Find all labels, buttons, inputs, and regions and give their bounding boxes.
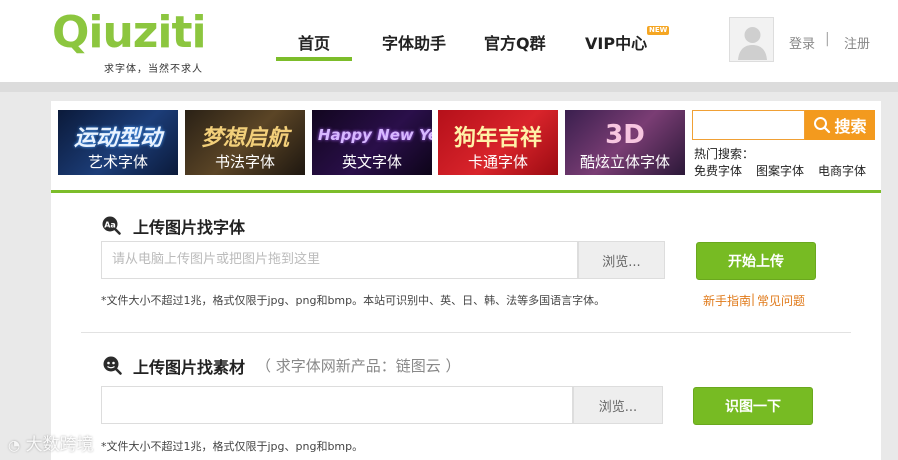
category-label: 艺术字体	[87, 153, 148, 171]
category-art-text: 3D	[605, 120, 645, 150]
upload-material-file-field[interactable]	[101, 386, 573, 424]
hot-search-link[interactable]: 电商字体	[818, 162, 866, 179]
watermark-text: 大数跨境	[25, 435, 94, 455]
upload-font-file-field[interactable]: 请从电脑上传图片或把图片拖到这里	[101, 241, 578, 279]
logo-text: Qiuziti	[52, 7, 207, 58]
login-link[interactable]: 登录	[789, 33, 815, 52]
upload-material-title: 上传图片找素材	[133, 358, 246, 377]
logo-slogan: 求字体，当然不求人	[104, 64, 203, 75]
nav-official-qq-group[interactable]: 官方Q群	[484, 30, 546, 54]
nav-vip-center[interactable]: VIP中心	[585, 30, 647, 54]
category-label: 书法字体	[214, 153, 275, 171]
user-placeholder-icon	[730, 18, 773, 61]
search-icon	[814, 117, 831, 134]
new-badge: NEW	[647, 26, 670, 35]
nav-font-assistant[interactable]: 字体助手	[382, 30, 446, 54]
beginner-guide-link[interactable]: 新手指南	[703, 292, 751, 309]
category-art-text: 狗年吉祥	[453, 126, 542, 151]
category-tile-art[interactable]: 运动型动 艺术字体	[58, 110, 178, 175]
site-logo[interactable]: Qiuziti 求字体，当然不求人	[52, 7, 227, 76]
category-label: 英文字体	[341, 153, 402, 171]
category-label: 酷炫立体字体	[579, 153, 670, 171]
avatar[interactable]	[729, 17, 774, 62]
material-search-icon	[103, 356, 122, 375]
recognize-image-button[interactable]: 识图一下	[693, 387, 813, 425]
category-tile-3d[interactable]: 3D 酷炫立体字体	[565, 110, 685, 175]
hot-search-title: 热门搜索：	[694, 147, 755, 161]
category-tile-english[interactable]: Happy New Year 英文字体	[312, 110, 432, 175]
watermark: ◔ 大数跨境	[8, 430, 94, 455]
faq-link[interactable]: 常见问题	[757, 292, 805, 309]
register-link[interactable]: 注册	[844, 33, 870, 52]
svg-text:Aa: Aa	[104, 221, 116, 230]
main-panel: 运动型动 艺术字体 梦想启航 书法字体 Happy New Year 英文字体 …	[51, 101, 881, 460]
search-button-label: 搜索	[834, 119, 867, 136]
category-tile-calligraphy[interactable]: 梦想启航 书法字体	[185, 110, 305, 175]
nav-home[interactable]: 首页	[275, 30, 353, 61]
category-art-text: 梦想启航	[200, 126, 289, 151]
upload-material-note: *文件大小不超过1兆，格式仅限于jpg、png和bmp。	[101, 440, 364, 453]
category-tile-cartoon[interactable]: 狗年吉祥 卡通字体	[438, 110, 558, 175]
section-accent-line	[51, 190, 881, 193]
search-button[interactable]: 搜索	[805, 110, 875, 140]
upload-material-subtitle: （ 求字体网新产品：链图云 ）	[256, 357, 461, 375]
watermark-logo-icon: ◔	[8, 438, 21, 454]
upload-font-note: *文件大小不超过1兆，格式仅限于jpg、png和bmp。本站可识别中、英、日、韩…	[101, 294, 606, 307]
upload-font-title: 上传图片找字体	[133, 218, 246, 237]
font-search-icon: Aa	[102, 216, 121, 235]
browse-button[interactable]: 浏览...	[573, 386, 663, 424]
header-divider-band	[0, 82, 898, 92]
browse-button[interactable]: 浏览...	[578, 241, 665, 279]
hot-search-link[interactable]: 免费字体	[694, 162, 742, 179]
auth-separator: |	[825, 31, 830, 47]
section-divider	[81, 332, 851, 333]
search-input[interactable]	[692, 110, 805, 140]
category-art-text: 运动型动	[73, 126, 162, 151]
category-label: 卡通字体	[467, 153, 528, 171]
top-header: Qiuziti 求字体，当然不求人 首页 字体助手 官方Q群 VIP中心 NEW…	[0, 0, 898, 82]
hot-search-link[interactable]: 图案字体	[756, 162, 804, 179]
help-links-separator: |	[751, 292, 756, 306]
start-upload-button[interactable]: 开始上传	[696, 242, 816, 280]
category-art-text: Happy New Year	[318, 126, 432, 144]
